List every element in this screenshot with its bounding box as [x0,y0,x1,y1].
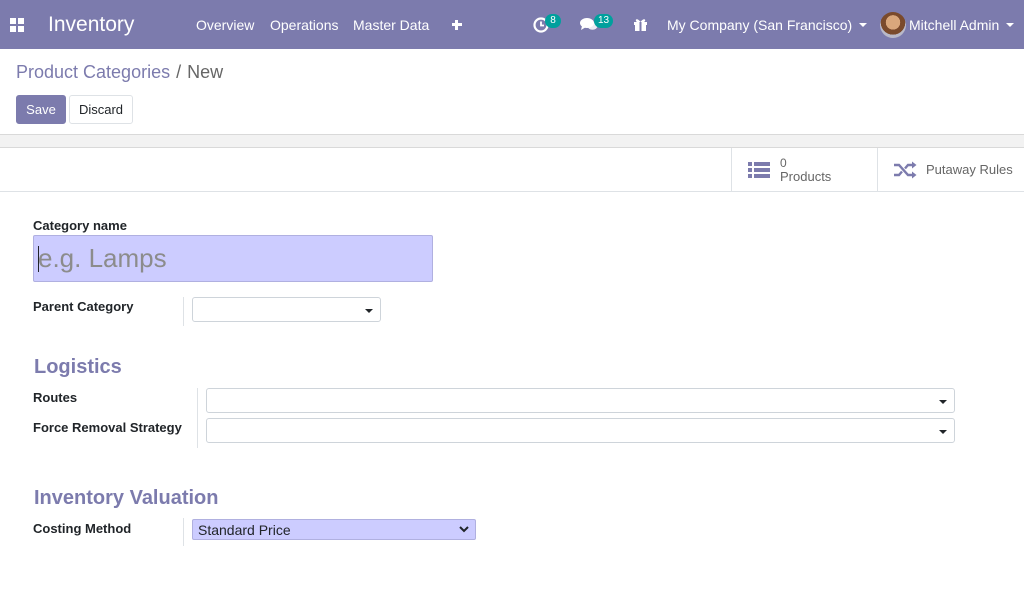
gift-icon [634,19,647,31]
field-divider [183,297,184,326]
user-name: Mitchell Admin [909,16,1000,33]
save-button[interactable]: Save [16,95,66,124]
plus-icon[interactable] [450,0,464,49]
company-switcher[interactable]: My Company (San Francisco) [667,0,868,49]
discard-button[interactable]: Discard [69,95,133,124]
products-stat-button[interactable]: 0 Products [731,148,878,191]
app-name[interactable]: Inventory [48,0,134,49]
menu-overview[interactable]: Overview [196,0,254,49]
breadcrumb-parent[interactable]: Product Categories [16,62,170,83]
category-name-label: Category name [33,218,127,233]
gift-button[interactable] [633,0,649,49]
costing-method-label: Costing Method [33,521,132,536]
force-removal-label: Force Removal Strategy [33,420,182,435]
text-cursor [38,246,39,272]
force-removal-select[interactable] [206,418,955,443]
costing-method-select[interactable]: Standard Price [192,519,476,540]
chevron-down-icon [459,526,469,533]
messages-badge: 13 [594,14,614,28]
menu-operations[interactable]: Operations [270,0,338,49]
logistics-section-title: Logistics [34,356,122,378]
chevron-down-icon [365,309,373,313]
field-divider [197,388,198,448]
activity-badge: 8 [545,14,561,28]
breadcrumb-current: New [187,62,224,82]
putaway-label: Putaway Rules [926,162,1013,177]
parent-category-select[interactable] [192,297,381,322]
user-menu[interactable]: Mitchell Admin [909,0,1015,49]
list-icon [748,162,770,178]
top-navbar: Inventory Overview Operations Master Dat… [0,0,1024,49]
avatar[interactable] [880,12,906,38]
breadcrumb: Product Categories / New [16,62,223,83]
shuffle-icon [894,161,917,179]
breadcrumb-separator: / [176,62,182,82]
parent-category-label: Parent Category [33,299,134,314]
menu-master-data[interactable]: Master Data [353,0,429,49]
category-name-input[interactable] [33,235,433,282]
routes-label: Routes [33,390,78,405]
stat-button-box: 0 Products Putaway Rules [0,148,1024,192]
costing-method-value: Standard Price [198,521,291,538]
field-divider [183,518,184,546]
chevron-down-icon [1006,22,1015,27]
products-count: 0 [780,156,787,170]
chevron-down-icon [939,400,947,404]
apps-grid-icon[interactable] [10,18,24,32]
company-name: My Company (San Francisco) [667,16,853,33]
sheet-background [0,134,1024,148]
routes-select[interactable] [206,388,955,413]
chevron-down-icon [859,22,868,27]
putaway-rules-button[interactable]: Putaway Rules [877,148,1024,191]
valuation-section-title: Inventory Valuation [34,487,219,509]
chevron-down-icon [939,430,947,434]
products-label: Products [780,169,832,184]
